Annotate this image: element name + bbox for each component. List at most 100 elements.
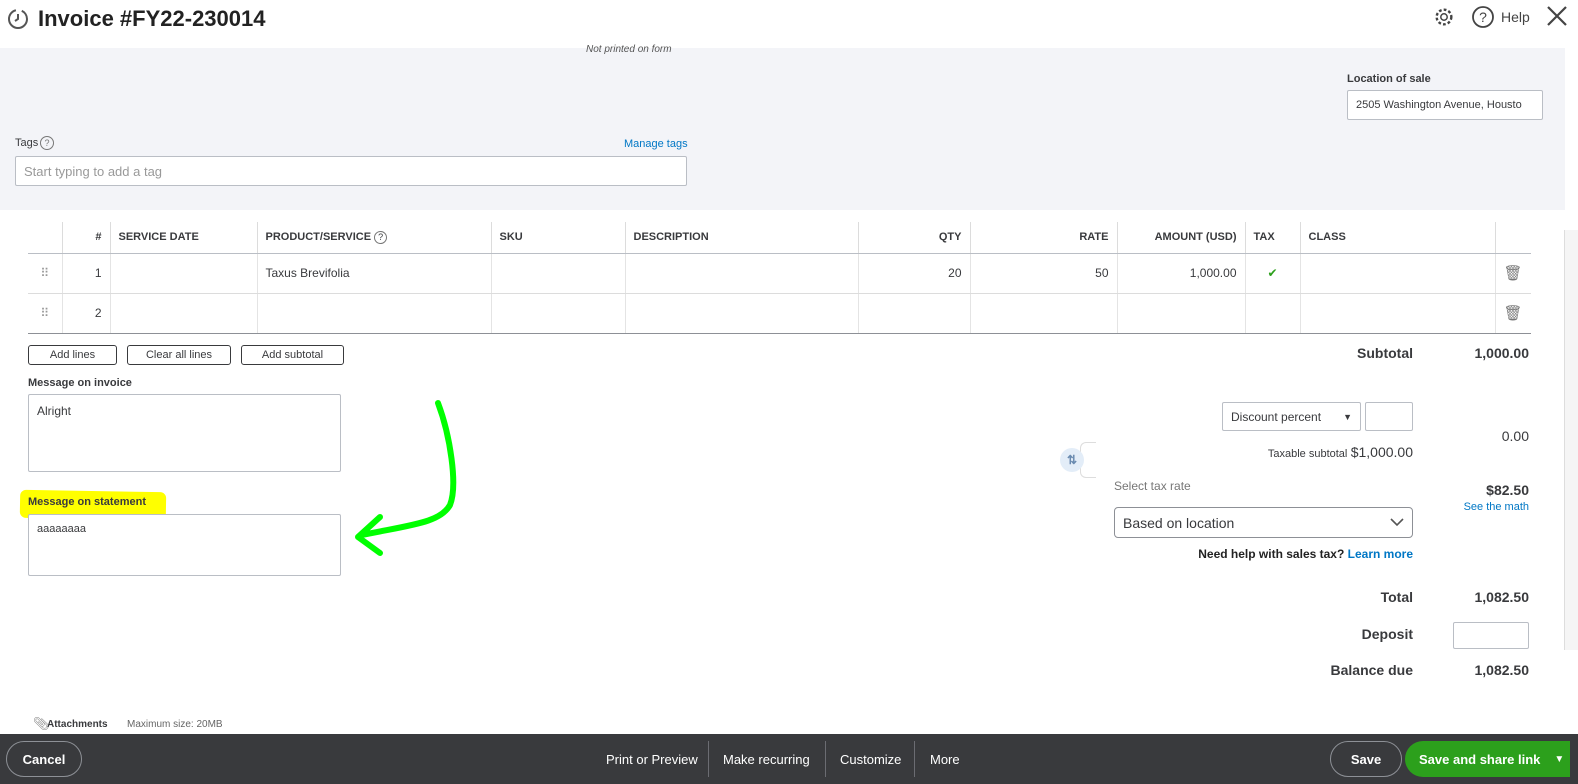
manage-tags-link[interactable]: Manage tags — [624, 138, 688, 150]
cell-tax[interactable] — [1245, 293, 1301, 334]
table-row[interactable]: ⠿ 1 Taxus Brevifolia 20 50 1,000.00 ✔ 🗑︎ — [28, 253, 1531, 294]
discount-value-input[interactable] — [1365, 402, 1413, 431]
help-link[interactable]: Help — [1501, 9, 1530, 25]
gear-icon[interactable] — [1433, 6, 1455, 28]
cell-description[interactable] — [625, 293, 859, 334]
attachments-max-size: Maximum size: 20MB — [127, 719, 223, 730]
clear-all-lines-button[interactable]: Clear all lines — [127, 345, 231, 365]
cell-rate[interactable]: 50 — [970, 253, 1118, 294]
close-icon[interactable] — [1546, 5, 1568, 27]
col-qty: QTY — [858, 222, 971, 254]
form-header-section: Not printed on form Location of sale 250… — [0, 44, 1565, 210]
message-on-statement-label: Message on statement — [28, 496, 146, 508]
cell-class[interactable] — [1300, 253, 1496, 294]
cell-service-date[interactable] — [110, 253, 258, 294]
discount-type-value: Discount percent — [1231, 409, 1322, 424]
col-sku: SKU — [491, 222, 626, 254]
svg-text:?: ? — [1479, 9, 1487, 25]
table-header-row: # SERVICE DATE PRODUCT/SERVICE ? SKU DES… — [28, 222, 1531, 254]
col-tax: TAX — [1245, 222, 1301, 254]
caret-down-icon[interactable]: ▼ — [1554, 754, 1564, 765]
sales-tax-help: Need help with sales tax? Learn more — [1114, 547, 1413, 561]
cell-num: 2 — [62, 293, 111, 334]
tax-rate-select[interactable]: Based on location — [1114, 507, 1413, 538]
cell-sku[interactable] — [491, 293, 626, 334]
tags-input[interactable]: Start typing to add a tag — [15, 156, 687, 186]
drag-handle-icon[interactable]: ⠿ — [28, 253, 63, 294]
cell-rate[interactable] — [970, 293, 1118, 334]
table-row[interactable]: ⠿ 2 🗑︎ — [28, 293, 1531, 334]
green-arrow-annotation — [355, 400, 457, 556]
tags-label: Tags — [15, 137, 39, 149]
taxable-subtotal: Taxable subtotal $1,000.00 — [1150, 444, 1413, 460]
trash-icon[interactable]: 🗑︎ — [1495, 253, 1531, 294]
discount-type-select[interactable]: Discount percent ▼ — [1222, 402, 1361, 431]
trash-icon[interactable]: 🗑︎ — [1495, 293, 1531, 334]
add-lines-button[interactable]: Add lines — [28, 345, 117, 365]
col-description: DESCRIPTION — [625, 222, 859, 254]
print-preview-button[interactable]: Print or Preview — [606, 734, 698, 784]
message-on-statement-input[interactable]: aaaaaaaa — [28, 514, 341, 576]
subtotal-label: Subtotal — [1357, 345, 1413, 361]
cell-class[interactable] — [1300, 293, 1496, 334]
recent-history-icon[interactable] — [6, 7, 30, 31]
header: Invoice #FY22-230014 ? Help — [0, 0, 1578, 48]
save-and-share-button[interactable]: Save and share link ▼ — [1405, 741, 1570, 777]
help-icon[interactable]: ? — [40, 136, 54, 150]
deposit-input[interactable] — [1453, 622, 1529, 649]
cell-num: 1 — [62, 253, 111, 294]
col-num: # — [62, 222, 111, 254]
page-title: Invoice #FY22-230014 — [38, 6, 266, 31]
total-label: Total — [1380, 589, 1413, 605]
customize-button[interactable]: Customize — [840, 734, 901, 784]
cell-amount[interactable]: 1,000.00 — [1117, 253, 1246, 294]
drag-handle-icon[interactable]: ⠿ — [28, 293, 63, 334]
balance-due-value: 1,082.50 — [1474, 662, 1530, 678]
taxable-subtotal-label: Taxable subtotal — [1267, 448, 1348, 460]
make-recurring-button[interactable]: Make recurring — [723, 734, 810, 784]
cell-product[interactable] — [257, 293, 492, 334]
col-product-label: PRODUCT/SERVICE — [265, 230, 372, 243]
cell-amount[interactable] — [1117, 293, 1246, 334]
save-button[interactable]: Save — [1330, 741, 1402, 777]
balance-due-label: Balance due — [1330, 662, 1413, 678]
tax-amount: $82.50 — [1486, 482, 1529, 498]
scrollbar[interactable] — [1564, 230, 1578, 650]
col-rate: RATE — [970, 222, 1118, 254]
learn-more-link[interactable]: Learn more — [1348, 547, 1413, 561]
caret-down-icon: ▼ — [1343, 411, 1352, 422]
swap-order-icon[interactable]: ⇅ — [1060, 448, 1084, 472]
help-icon[interactable]: ? — [1471, 5, 1495, 29]
taxable-subtotal-value: $1,000.00 — [1350, 444, 1413, 460]
chevron-down-icon — [1390, 518, 1404, 527]
see-the-math-link[interactable]: See the math — [1430, 501, 1529, 513]
cell-sku[interactable] — [491, 253, 626, 294]
help-icon[interactable]: ? — [374, 230, 388, 244]
tax-rate-value: Based on location — [1123, 514, 1235, 531]
cell-qty[interactable] — [858, 293, 971, 334]
location-of-sale-input[interactable]: 2505 Washington Avenue, Housto — [1347, 90, 1543, 120]
col-amount: AMOUNT (USD) — [1117, 222, 1246, 254]
message-on-invoice-input[interactable]: Alright — [28, 394, 341, 472]
col-product: PRODUCT/SERVICE ? — [257, 222, 492, 254]
cell-description[interactable] — [625, 253, 859, 294]
cell-product[interactable]: Taxus Brevifolia — [257, 253, 492, 294]
discount-amount: 0.00 — [1501, 428, 1529, 444]
attachments-label[interactable]: Attachments — [47, 719, 108, 730]
cancel-button[interactable]: Cancel — [6, 741, 82, 777]
sales-tax-help-text: Need help with sales tax? — [1198, 547, 1345, 561]
total-value: 1,082.50 — [1474, 589, 1530, 605]
deposit-label: Deposit — [1361, 626, 1413, 642]
select-tax-rate-label: Select tax rate — [1114, 479, 1191, 493]
line-items-table: # SERVICE DATE PRODUCT/SERVICE ? SKU DES… — [28, 222, 1531, 334]
cell-tax-check[interactable]: ✔ — [1245, 253, 1301, 294]
location-label: Location of sale — [1347, 73, 1431, 85]
add-subtotal-button[interactable]: Add subtotal — [241, 345, 344, 365]
cell-service-date[interactable] — [110, 293, 258, 334]
col-class: CLASS — [1300, 222, 1496, 254]
more-button[interactable]: More — [930, 734, 960, 784]
save-and-share-label: Save and share link — [1419, 751, 1541, 767]
cell-qty[interactable]: 20 — [858, 253, 971, 294]
subtotal-value: 1,000.00 — [1474, 345, 1530, 361]
not-printed-note: Not printed on form — [586, 44, 672, 55]
